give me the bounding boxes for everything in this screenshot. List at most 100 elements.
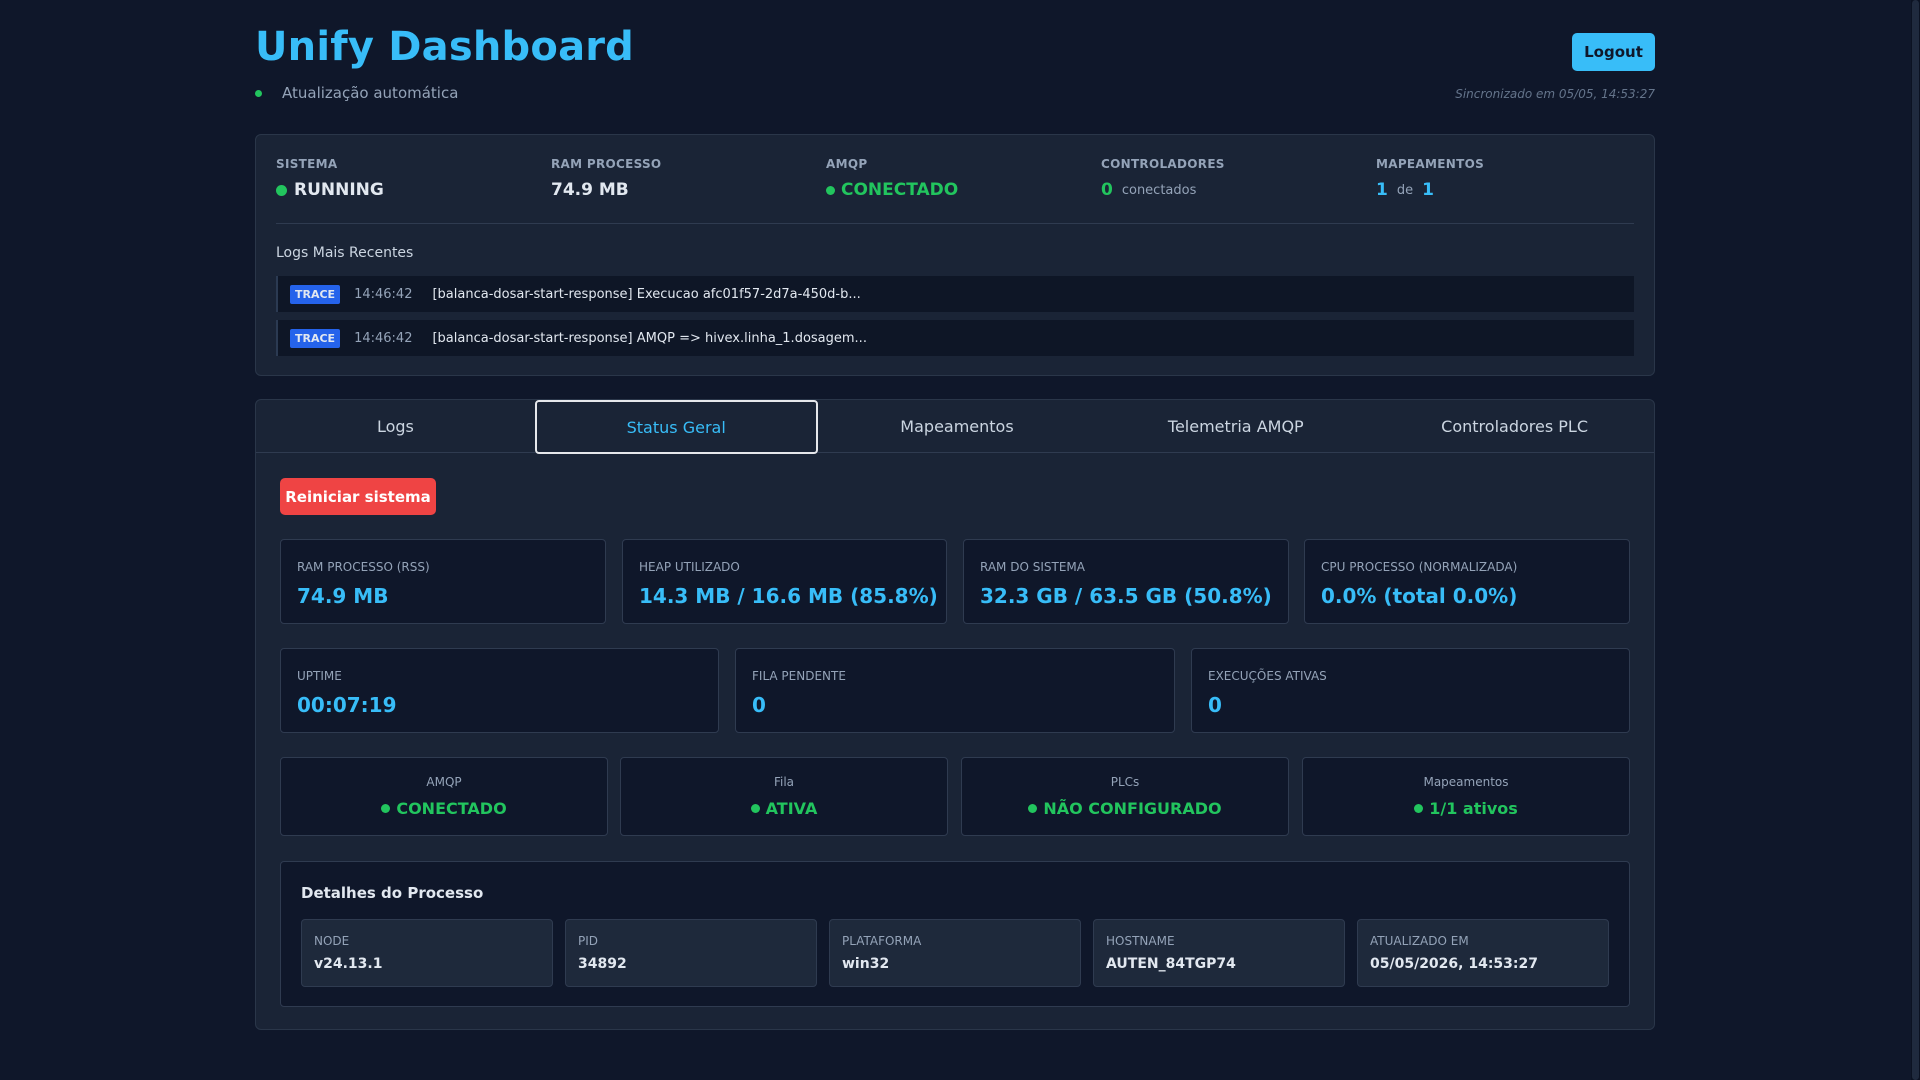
- status-value: 1/1 ativos: [1303, 799, 1629, 818]
- detail-updated-at: ATUALIZADO EM 05/05/2026, 14:53:27: [1357, 919, 1609, 987]
- sync-timestamp: Sincronizado em 05/05, 14:53:27: [1455, 87, 1655, 101]
- status-dot-icon: [750, 804, 760, 813]
- card-label: RAM PROCESSO (RSS): [297, 560, 430, 574]
- status-dot-icon: [1028, 804, 1038, 813]
- scrollbar-thumb[interactable]: [1912, 0, 1919, 1080]
- recent-logs-title: Logs Mais Recentes: [276, 245, 414, 261]
- main-panel: Logs Status Geral Mapeamentos Telemetria…: [255, 399, 1655, 1030]
- status-card-plcs: PLCs NÃO CONFIGURADO: [961, 757, 1289, 836]
- header: Unify Dashboard Atualização automática L…: [255, 0, 1655, 135]
- detail-value: 34892: [578, 956, 627, 972]
- connected-dot-icon: [826, 185, 835, 195]
- dashboard-container: Unify Dashboard Atualização automática L…: [255, 0, 1655, 1030]
- status-text: 1/1 ativos: [1429, 799, 1518, 818]
- process-details: Detalhes do Processo NODE v24.13.1 PID 3…: [280, 861, 1630, 1007]
- log-entry[interactable]: TRACE 14:46:42 [balanca-dosar-start-resp…: [276, 320, 1634, 356]
- status-card-fila: Fila ATIVA: [620, 757, 948, 836]
- tab-logs[interactable]: Logs: [256, 400, 535, 452]
- log-time: 14:46:42: [354, 330, 413, 346]
- metric-amqp: AMQP CONECTADO: [826, 157, 958, 200]
- process-details-title: Detalhes do Processo: [301, 884, 484, 902]
- status-text: NÃO CONFIGURADO: [1043, 799, 1222, 818]
- card-label: EXECUÇÕES ATIVAS: [1208, 669, 1327, 683]
- card-label: FILA PENDENTE: [752, 669, 846, 683]
- metric-label: AMQP: [826, 157, 868, 171]
- tab-mapeamentos[interactable]: Mapeamentos: [818, 400, 1097, 452]
- status-dot-icon: [381, 804, 391, 813]
- log-level-badge: TRACE: [290, 328, 341, 348]
- mappings-total: 1: [1422, 180, 1434, 200]
- metric-value: 0 conectados: [1101, 180, 1225, 200]
- status-label: PLCs: [1110, 775, 1140, 789]
- metric-ram: RAM PROCESSO 74.9 MB: [551, 157, 661, 200]
- tab-telemetria-amqp[interactable]: Telemetria AMQP: [1096, 400, 1375, 452]
- status-label: AMQP: [426, 775, 462, 789]
- mappings-sep: de: [1396, 182, 1414, 198]
- status-text: ATIVA: [765, 799, 818, 818]
- detail-pid: PID 34892: [565, 919, 817, 987]
- card-value: 00:07:19: [297, 693, 397, 717]
- detail-value: 05/05/2026, 14:53:27: [1370, 956, 1538, 972]
- status-value: CONECTADO: [281, 799, 607, 818]
- detail-hostname: HOSTNAME AUTEN_84TGP74: [1093, 919, 1345, 987]
- tab-controladores-plc[interactable]: Controladores PLC: [1375, 400, 1654, 452]
- detail-label: NODE: [314, 934, 350, 948]
- status-card-amqp: AMQP CONECTADO: [280, 757, 608, 836]
- metric-card-queue: FILA PENDENTE 0: [735, 648, 1175, 733]
- metric-controladores: CONTROLADORES 0 conectados: [1101, 157, 1225, 200]
- log-message: [balanca-dosar-start-response] Execucao …: [432, 286, 861, 302]
- status-label: Mapeamentos: [1423, 775, 1509, 789]
- restart-system-button[interactable]: Reiniciar sistema: [280, 478, 436, 515]
- log-entry[interactable]: TRACE 14:46:42 [balanca-dosar-start-resp…: [276, 276, 1634, 312]
- metric-value: 74.9 MB: [551, 180, 629, 200]
- metric-value: RUNNING: [276, 180, 384, 200]
- detail-node: NODE v24.13.1: [301, 919, 553, 987]
- detail-label: HOSTNAME: [1106, 934, 1175, 948]
- page-title: Unify Dashboard: [255, 24, 635, 70]
- status-value: NÃO CONFIGURADO: [962, 799, 1288, 818]
- metric-card-executions: EXECUÇÕES ATIVAS 0: [1191, 648, 1630, 733]
- card-label: RAM DO SISTEMA: [980, 560, 1085, 574]
- running-dot-icon: [276, 184, 287, 196]
- auto-refresh-label: Atualização automática: [282, 84, 459, 102]
- card-label: HEAP UTILIZADO: [639, 560, 740, 574]
- metric-card-ram-rss: RAM PROCESSO (RSS) 74.9 MB: [280, 539, 606, 624]
- metric-sistema: SISTEMA RUNNING: [276, 157, 384, 200]
- metric-card-uptime: UPTIME 00:07:19: [280, 648, 719, 733]
- logout-button[interactable]: Logout: [1572, 33, 1655, 71]
- detail-label: PLATAFORMA: [842, 934, 922, 948]
- card-value: 0: [752, 693, 766, 717]
- log-time: 14:46:42: [354, 286, 413, 302]
- controllers-count: 0: [1101, 180, 1113, 200]
- log-level-badge: TRACE: [290, 284, 341, 304]
- card-label: CPU PROCESSO (NORMALIZADA): [1321, 560, 1518, 574]
- amqp-status: CONECTADO: [841, 180, 959, 200]
- status-label: Fila: [773, 775, 795, 789]
- metric-card-heap: HEAP UTILIZADO 14.3 MB / 16.6 MB (85.8%): [622, 539, 947, 624]
- controllers-suffix: conectados: [1121, 182, 1197, 198]
- card-value: 74.9 MB: [297, 584, 389, 608]
- summary-panel: SISTEMA RUNNING RAM PROCESSO 74.9 MB AMQ…: [255, 134, 1655, 376]
- tab-bar: Logs Status Geral Mapeamentos Telemetria…: [256, 400, 1654, 454]
- status-text: CONECTADO: [396, 799, 507, 818]
- status-dot-icon: [1414, 804, 1424, 813]
- detail-label: ATUALIZADO EM: [1370, 934, 1469, 948]
- auto-refresh-indicator: Atualização automática: [255, 84, 458, 102]
- metric-value: CONECTADO: [826, 180, 958, 200]
- metric-card-system-ram: RAM DO SISTEMA 32.3 GB / 63.5 GB (50.8%): [963, 539, 1289, 624]
- mappings-active: 1: [1376, 180, 1388, 200]
- metric-label: MAPEAMENTOS: [1376, 157, 1485, 171]
- page-scrollbar[interactable]: [1911, 0, 1920, 1080]
- status-dot-icon: [255, 89, 262, 97]
- detail-value: v24.13.1: [314, 956, 383, 972]
- metric-value: 1 de 1: [1376, 180, 1484, 200]
- tab-status-geral[interactable]: Status Geral: [534, 400, 818, 454]
- card-value: 0.0% (total 0.0%): [1321, 584, 1518, 608]
- metric-mapeamentos: MAPEAMENTOS 1 de 1: [1376, 157, 1484, 200]
- detail-platform: PLATAFORMA win32: [829, 919, 1081, 987]
- status-value: ATIVA: [621, 799, 947, 818]
- detail-label: PID: [578, 934, 599, 948]
- metric-label: CONTROLADORES: [1101, 157, 1225, 171]
- log-message: [balanca-dosar-start-response] AMQP => h…: [432, 330, 867, 346]
- card-value: 32.3 GB / 63.5 GB (50.8%): [980, 584, 1272, 608]
